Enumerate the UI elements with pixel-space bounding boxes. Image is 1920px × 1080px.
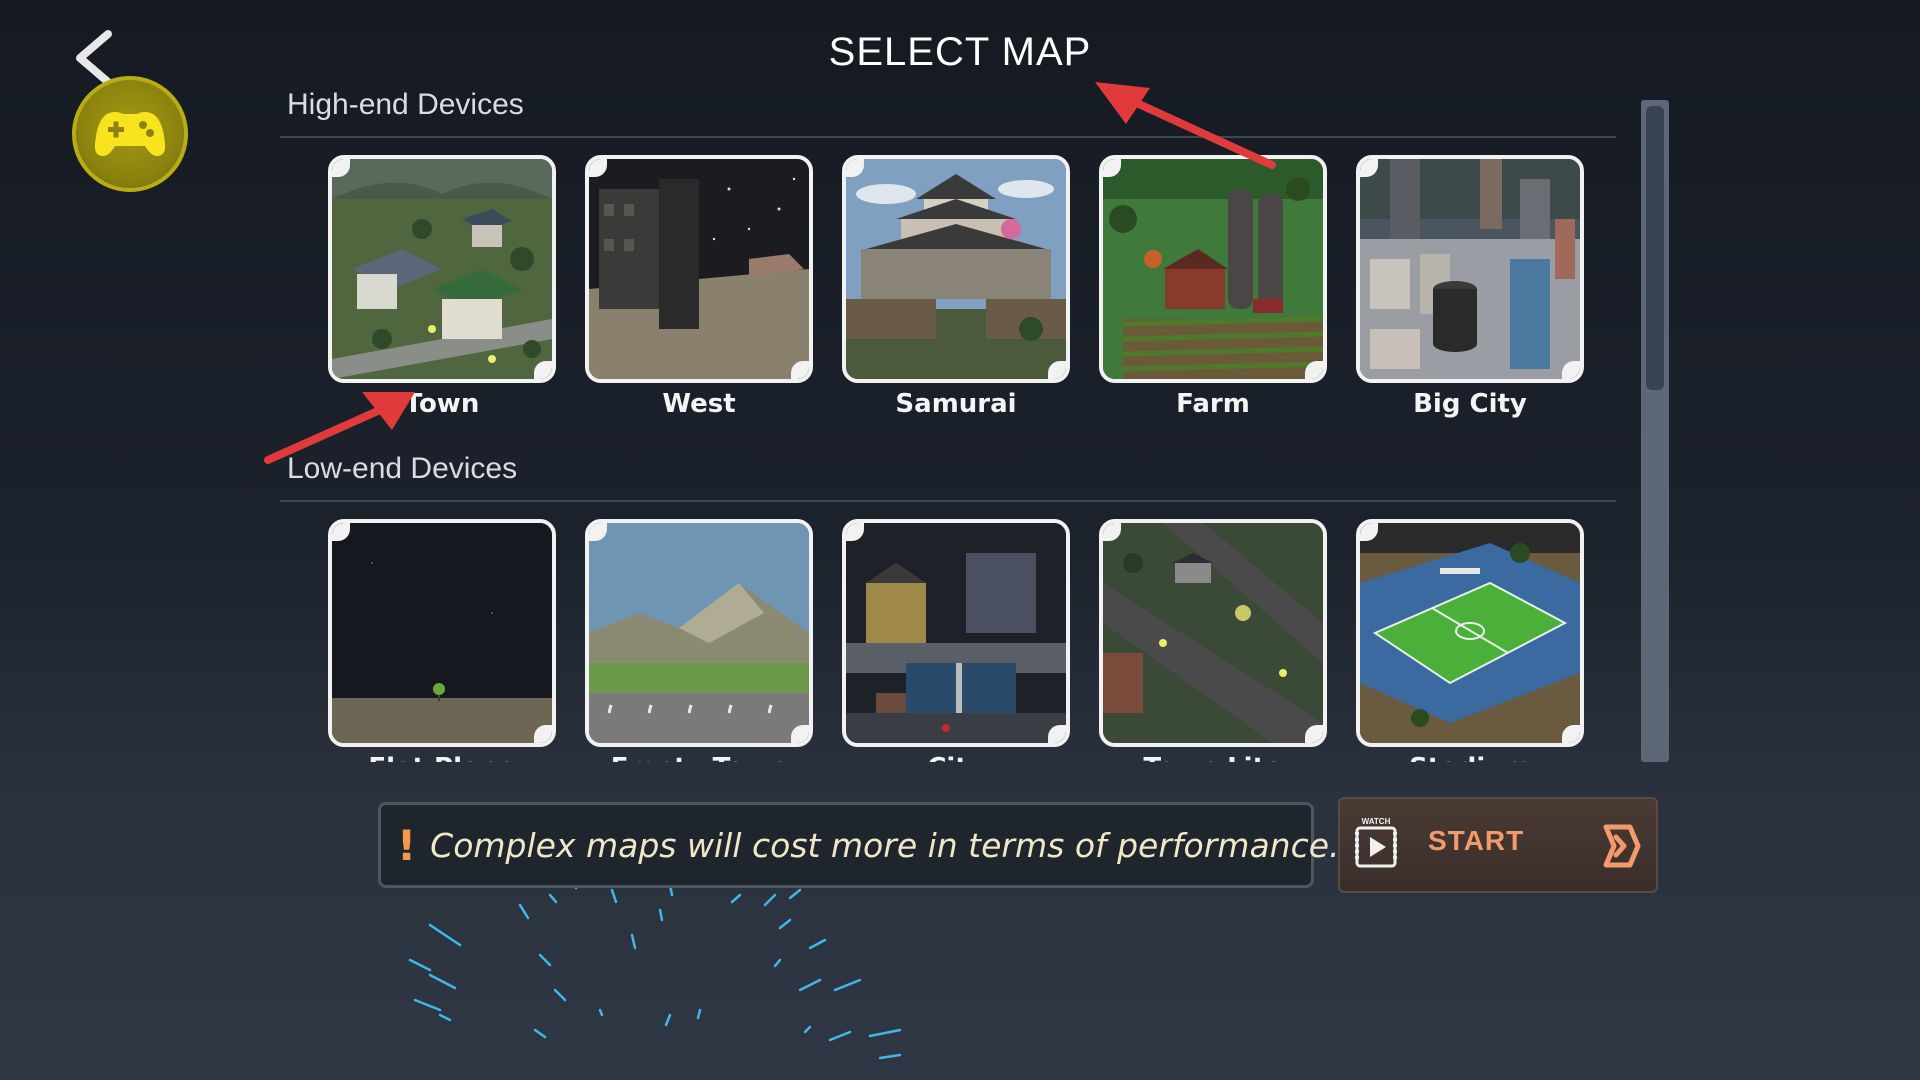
section-title-high-end: High-end Devices — [287, 88, 524, 121]
town-lite-thumbnail — [1103, 523, 1323, 743]
map-card-west[interactable] — [585, 155, 813, 383]
watch-video-icon: WATCH — [1355, 817, 1397, 868]
section-title-low-end: Low-end Devices — [287, 452, 518, 485]
samurai-thumbnail — [846, 159, 1066, 379]
map-label-empty-town: Empty Town — [585, 753, 813, 762]
map-card-town-lite[interactable] — [1099, 519, 1327, 747]
map-card-stadium[interactable] — [1356, 519, 1584, 747]
section-divider — [280, 136, 1616, 138]
town-thumbnail — [332, 159, 552, 379]
map-card-samurai[interactable] — [842, 155, 1070, 383]
low-end-map-row: Flat Plane Empty Town — [328, 519, 1588, 762]
section-divider — [280, 500, 1616, 502]
flat-plane-thumbnail — [332, 523, 552, 743]
city-thumbnail — [846, 523, 1066, 743]
map-label-flat-plane: Flat Plane — [328, 753, 556, 762]
map-label-farm: Farm — [1176, 389, 1250, 419]
stadium-thumbnail — [1360, 523, 1580, 743]
map-card-big-city[interactable] — [1356, 155, 1584, 383]
map-label-town: Town — [404, 389, 480, 419]
watch-label: WATCH — [1362, 817, 1391, 826]
map-card-town[interactable] — [328, 155, 556, 383]
notice-text: Complex maps will cost more in terms of … — [430, 825, 1340, 865]
map-card-empty-town[interactable] — [585, 519, 813, 747]
high-end-map-row: Town West Samurai Farm Big City — [328, 155, 1588, 425]
farm-thumbnail — [1103, 159, 1323, 379]
map-label-samurai: Samurai — [895, 389, 1017, 419]
map-card-city[interactable] — [842, 519, 1070, 747]
map-card-farm[interactable] — [1099, 155, 1327, 383]
empty-town-thumbnail — [589, 523, 809, 743]
big-city-thumbnail — [1360, 159, 1580, 379]
exclamation-icon: ! — [397, 820, 417, 870]
map-label-town-lite: Town Lite — [1099, 753, 1327, 762]
map-label-west: West — [662, 389, 736, 419]
performance-notice: ! Complex maps will cost more in terms o… — [378, 802, 1340, 888]
scrollbar-thumb[interactable] — [1646, 106, 1664, 390]
double-chevron-right-icon — [1603, 824, 1641, 868]
map-label-city: City — [842, 753, 1070, 762]
map-list[interactable]: High-end Devices Town West Samurai Farm … — [0, 0, 1920, 762]
map-label-stadium: Stadium — [1356, 753, 1584, 762]
start-button[interactable]: WATCH START — [1338, 797, 1658, 893]
map-label-big-city: Big City — [1413, 389, 1527, 419]
west-thumbnail — [589, 159, 809, 379]
map-card-flat-plane[interactable] — [328, 519, 556, 747]
start-label: START — [1428, 825, 1525, 856]
